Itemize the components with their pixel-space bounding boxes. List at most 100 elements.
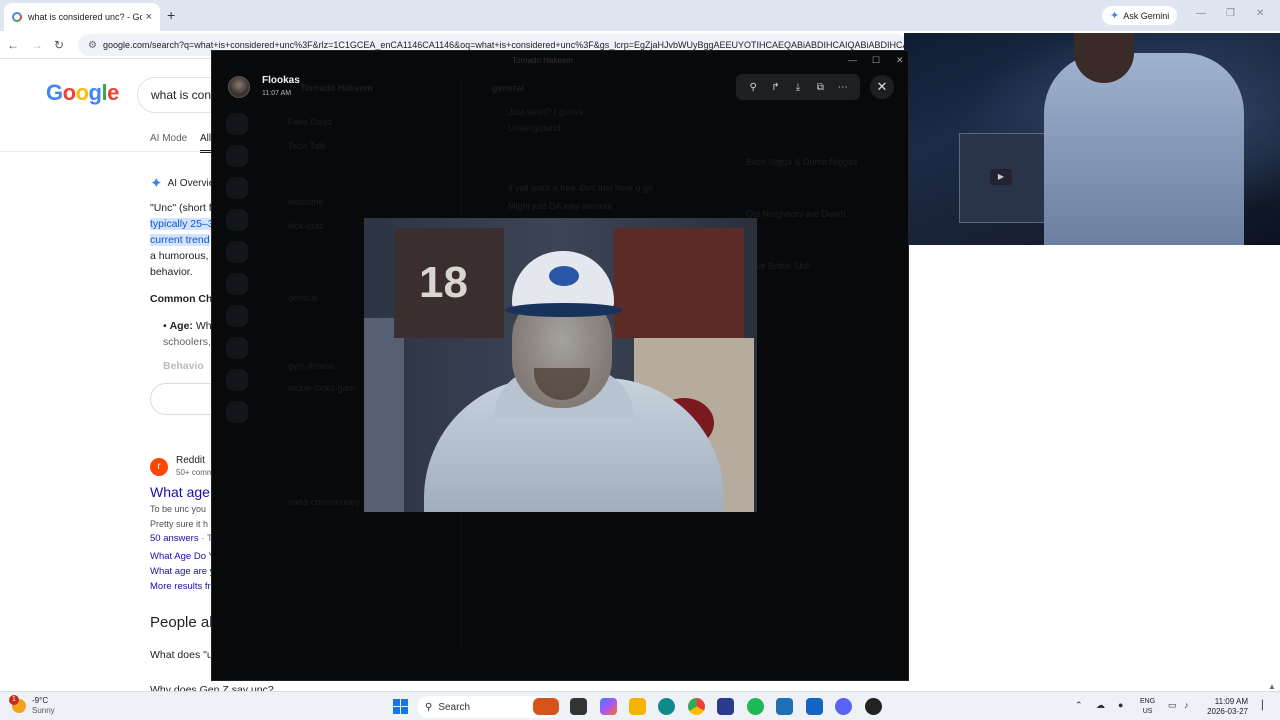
channel-item[interactable]: Fake Dead	[288, 117, 332, 127]
notepad-icon[interactable]	[776, 698, 793, 715]
paa-question[interactable]: What does "u	[150, 649, 213, 661]
site-info-icon[interactable]: ⚙	[88, 40, 97, 51]
chrome-icon[interactable]	[688, 698, 705, 715]
channel-item[interactable]: welcome	[288, 197, 324, 207]
forward-share-icon[interactable]: ↱	[768, 82, 784, 93]
channel-item[interactable]: meta-commentary	[288, 497, 361, 507]
maximize-icon[interactable]: ❐	[1226, 8, 1235, 19]
close-viewer-button[interactable]: ✕	[870, 75, 894, 99]
tab-ai-mode[interactable]: AI Mode	[150, 133, 187, 144]
monitor-app-icon[interactable]	[806, 698, 823, 715]
message-line: Might just DA way amount	[508, 201, 613, 211]
app-icon[interactable]	[717, 698, 734, 715]
reload-icon[interactable]: ↻	[54, 38, 64, 52]
scroll-down-icon[interactable]: ▲	[1268, 682, 1276, 691]
channel-item[interactable]: gym-fitness	[288, 361, 334, 371]
google-logo[interactable]: Google	[46, 80, 119, 106]
server-icon[interactable]	[226, 113, 248, 135]
close-window-icon[interactable]: ✕	[1256, 8, 1264, 19]
server-icon[interactable]	[226, 305, 248, 327]
attachment-image[interactable]: 18	[364, 218, 757, 512]
discord-close-icon[interactable]: ✕	[896, 55, 904, 66]
temperature: -9°C	[32, 696, 49, 705]
ai-overview-label: AI Overvie	[167, 177, 215, 189]
channel-item[interactable]: general	[288, 293, 318, 303]
url-text: google.com/search?q=what+is+considered+u…	[102, 40, 908, 50]
file-explorer-icon[interactable]	[629, 698, 646, 715]
ask-gemini-label: Ask Gemini	[1123, 10, 1170, 21]
discord-window: Tornado Hakeem — ☐ ✕ Tornado Hakeem gene…	[211, 50, 909, 681]
discord-minimize-icon[interactable]: —	[848, 55, 857, 65]
common-heading: Common Ch	[150, 293, 213, 305]
photo-cap-logo	[549, 266, 579, 286]
webcam-person	[1044, 53, 1244, 245]
discord-window-title: Tornado Hakeem	[512, 56, 573, 65]
google-favicon-icon	[12, 12, 22, 22]
bullet: •	[163, 320, 170, 332]
channel-item[interactable]: lockie-locks-gam	[288, 383, 355, 393]
language-indicator[interactable]: ENG US	[1140, 697, 1155, 717]
back-icon[interactable]: ←	[7, 38, 19, 52]
gemini-sparkle-icon: ✦	[1110, 10, 1120, 22]
uploader-name[interactable]: Flookas	[262, 75, 300, 86]
server-icon[interactable]	[226, 401, 248, 423]
notifications-icon[interactable]: ▏	[1262, 700, 1269, 711]
zoom-icon[interactable]: ⚲	[745, 82, 761, 93]
minimize-icon[interactable]: —	[1196, 8, 1206, 19]
channel-item[interactable]: kick-outz	[288, 221, 324, 231]
screen: what is considered unc? - Goog × + ✦ Ask…	[0, 0, 1280, 720]
answer-line: "Unc" (short f	[150, 202, 212, 214]
avatar[interactable]	[228, 76, 250, 98]
answer-line-highlight: current trend	[150, 234, 210, 246]
discord-icon[interactable]	[835, 698, 852, 715]
widget-app-icon[interactable]	[533, 698, 559, 715]
channel-name: general	[492, 83, 525, 93]
server-name: Tornado Hakeem	[300, 83, 373, 93]
tab-all[interactable]: All	[200, 133, 212, 153]
weather-widget[interactable]: 1 -9°C Sunny	[9, 695, 55, 716]
server-icon[interactable]	[226, 337, 248, 359]
volume-icon[interactable]: ♪	[1184, 700, 1189, 710]
channel-item[interactable]: Tech Talk	[288, 141, 325, 151]
edge-icon[interactable]	[658, 698, 675, 715]
sub-link[interactable]: What age are y	[150, 566, 214, 577]
new-tab-button[interactable]: +	[167, 7, 175, 23]
ai-overview-header: ✦ AI Overvie	[150, 174, 214, 192]
microphone-icon[interactable]: ●	[1118, 700, 1123, 710]
copilot-icon[interactable]	[600, 698, 617, 715]
play-icon: ▶	[990, 169, 1012, 185]
server-icon[interactable]	[226, 177, 248, 199]
discord-maximize-icon[interactable]: ☐	[872, 55, 880, 66]
tray-overflow-icon[interactable]: ⌃	[1075, 700, 1083, 711]
message-line: if yall want a free 4hrs trial here u go	[508, 183, 654, 193]
ask-gemini-button[interactable]: ✦ Ask Gemini	[1102, 6, 1178, 25]
answer-line-highlight: typically 25–3	[150, 218, 214, 230]
server-icon[interactable]	[226, 241, 248, 263]
steam-icon[interactable]	[865, 698, 882, 715]
server-icon[interactable]	[226, 273, 248, 295]
windows-start-icon[interactable]	[393, 699, 408, 714]
answer-line: a humorous,	[150, 250, 209, 262]
sub-link[interactable]: What Age Do Y	[150, 551, 215, 562]
server-icon[interactable]	[226, 369, 248, 391]
people-also-ask-heading: People al	[150, 614, 213, 631]
reddit-icon: r	[150, 458, 168, 476]
result-meta: 50+ comm	[176, 468, 214, 477]
result-title-link[interactable]: What age	[150, 484, 210, 500]
clock[interactable]: 11:09 AM 2026-03-27	[1204, 697, 1248, 717]
task-view-icon[interactable]	[570, 698, 587, 715]
browser-tab[interactable]: what is considered unc? - Goog ×	[4, 3, 160, 31]
server-icon[interactable]	[226, 145, 248, 167]
spotify-icon[interactable]	[747, 698, 764, 715]
more-options-icon[interactable]: ⋯	[835, 82, 851, 93]
photo-door	[364, 318, 404, 512]
network-icon[interactable]: ▭	[1168, 700, 1177, 711]
server-icon[interactable]	[226, 209, 248, 231]
more-results-link[interactable]: More results fr	[150, 581, 211, 592]
answers-link[interactable]: 50 answers	[150, 533, 199, 544]
cloud-icon[interactable]: ☁	[1096, 700, 1105, 711]
tab-close-icon[interactable]: ×	[146, 11, 152, 23]
open-external-icon[interactable]: ⧉	[812, 82, 828, 93]
forward-icon[interactable]: →	[31, 38, 43, 52]
download-icon[interactable]: ⤓	[790, 82, 806, 93]
